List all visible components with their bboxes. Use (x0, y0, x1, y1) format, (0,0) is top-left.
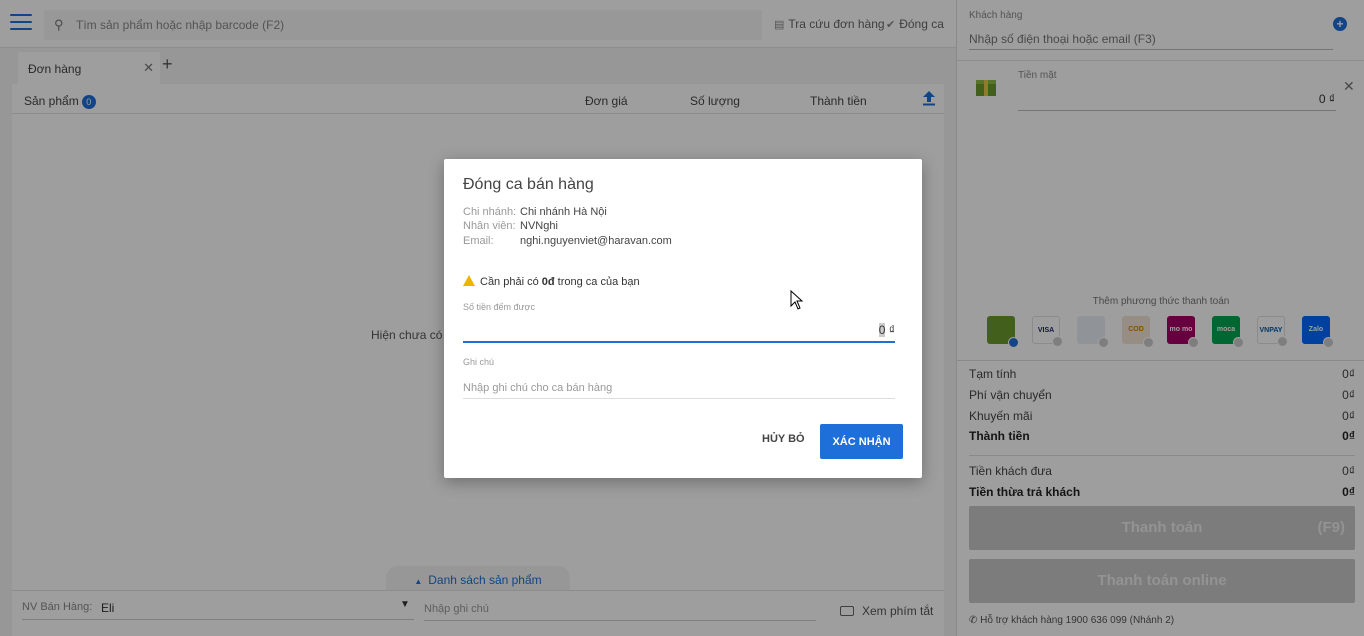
warning-suffix: trong ca của bạn (554, 276, 640, 288)
counted-amount-value: 0 (878, 323, 886, 337)
counted-amount-unit: ₫ (888, 323, 895, 337)
branch-label: Chi nhánh: (463, 206, 517, 218)
confirm-button[interactable]: XÁC NHẬN (820, 424, 903, 459)
email-value: nghi.nguyenviet@haravan.com (520, 235, 672, 247)
email-row: Email: nghi.nguyenviet@haravan.com (463, 235, 672, 247)
cancel-button[interactable]: HỦY BỎ (762, 433, 805, 445)
staff-label: Nhân viên: (463, 220, 516, 232)
email-label: Email: (463, 235, 494, 247)
warning-prefix: Cần phải có (480, 276, 542, 288)
staff-value: NVNghi (520, 220, 558, 232)
warning-amount: 0đ (541, 276, 555, 288)
staff-row: Nhân viên: NVNghi (463, 220, 558, 232)
counted-amount-label: Số tiền đếm được (463, 302, 535, 312)
cash-warning: Cần phải có 0đ trong ca của bạn (463, 275, 640, 288)
shift-note-input[interactable] (463, 377, 895, 399)
dialog-title: Đóng ca bán hàng (463, 176, 594, 193)
counted-amount-field[interactable]: 0 ₫ (463, 321, 895, 343)
branch-value: Chi nhánh Hà Nội (520, 206, 607, 218)
shift-note-label: Ghi chú (463, 357, 495, 367)
warning-icon (463, 275, 475, 286)
branch-row: Chi nhánh: Chi nhánh Hà Nội (463, 206, 607, 218)
close-shift-dialog: Đóng ca bán hàng Chi nhánh: Chi nhánh Hà… (444, 159, 922, 478)
mouse-cursor-icon (790, 290, 804, 310)
